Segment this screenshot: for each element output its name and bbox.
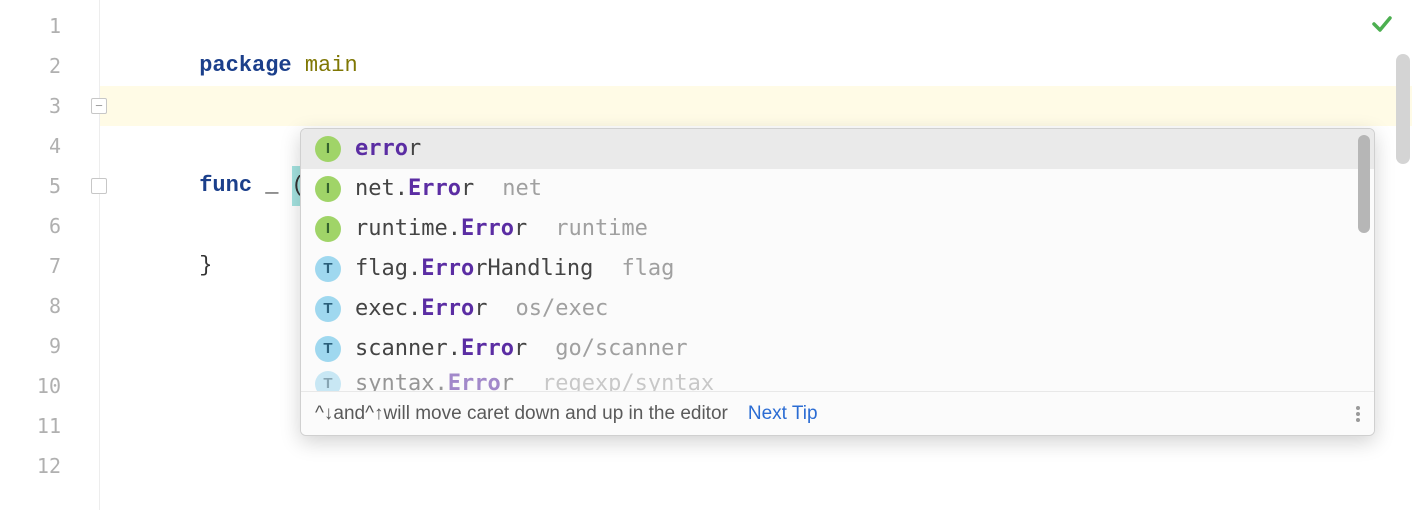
line-number: 8 xyxy=(0,286,99,326)
line-number: 9 xyxy=(0,326,99,366)
completion-tail: flag xyxy=(621,249,674,289)
code-line[interactable]: package main xyxy=(100,6,1412,46)
completion-suffix: r xyxy=(461,176,474,201)
code-line-active[interactable]: func _ (erro) { xyxy=(100,86,1412,126)
completion-match: Erro xyxy=(461,216,514,241)
completion-match: Erro xyxy=(448,371,501,391)
completion-suffix: r xyxy=(474,296,487,321)
completion-match: Erro xyxy=(421,256,474,281)
line-number: 11 xyxy=(0,406,99,446)
completion-match: Erro xyxy=(461,336,514,361)
interface-icon: I xyxy=(315,136,341,162)
interface-icon: I xyxy=(315,216,341,242)
completion-match: Erro xyxy=(421,296,474,321)
editor-scrollbar[interactable] xyxy=(1396,54,1410,164)
line-number: 10 xyxy=(0,366,99,406)
completion-text: exec.Error xyxy=(355,289,487,329)
shortcut-label: ^↓ xyxy=(315,392,333,436)
fold-toggle-icon[interactable] xyxy=(91,178,107,194)
line-number: 4 xyxy=(0,126,99,166)
fold-toggle-icon[interactable] xyxy=(91,98,107,114)
completion-match: erro xyxy=(355,136,408,161)
completion-item[interactable]: T exec.Error os/exec xyxy=(301,289,1374,329)
completion-prefix: exec. xyxy=(355,296,421,321)
line-number: 5 xyxy=(0,166,99,206)
completion-text: net.Error xyxy=(355,169,474,209)
completion-suffix: r xyxy=(501,371,514,391)
status-ok-icon[interactable] xyxy=(1370,12,1394,43)
shortcut-label: ^↑ xyxy=(365,392,383,436)
completion-item[interactable]: I error xyxy=(301,129,1374,169)
completion-prefix: scanner. xyxy=(355,336,461,361)
code-text: } xyxy=(199,253,212,278)
completion-prefix: syntax. xyxy=(355,371,448,391)
completion-suffix: r xyxy=(408,136,421,161)
completion-suffix: r xyxy=(514,336,527,361)
completion-tail: go/scanner xyxy=(555,329,687,369)
next-tip-link[interactable]: Next Tip xyxy=(748,392,818,436)
type-icon: T xyxy=(315,296,341,322)
completion-tail: os/exec xyxy=(515,289,608,329)
completion-hint-bar: ^↓ and ^↑ will move caret down and up in… xyxy=(301,391,1374,435)
type-icon: T xyxy=(315,256,341,282)
type-icon: T xyxy=(315,371,341,391)
completion-match: Erro xyxy=(408,176,461,201)
line-number: 12 xyxy=(0,446,99,486)
line-number: 7 xyxy=(0,246,99,286)
completion-item[interactable]: T scanner.Error go/scanner xyxy=(301,329,1374,369)
completion-text: error xyxy=(355,129,421,169)
completion-item[interactable]: I net.Error net xyxy=(301,169,1374,209)
interface-icon: I xyxy=(315,176,341,202)
completion-list[interactable]: I error I net.Error net I runt xyxy=(301,129,1374,391)
space xyxy=(292,53,305,78)
completion-text: flag.ErrorHandling xyxy=(355,249,593,289)
line-number: 6 xyxy=(0,206,99,246)
more-menu-icon[interactable] xyxy=(1356,406,1360,422)
completion-text: runtime.Error xyxy=(355,209,527,249)
popup-scrollbar[interactable] xyxy=(1358,135,1370,233)
completion-item[interactable]: T flag.ErrorHandling flag xyxy=(301,249,1374,289)
completion-tail: regexp/syntax xyxy=(542,369,714,391)
code-area[interactable]: package main func _ (erro) { } I erro xyxy=(100,0,1412,510)
completion-text: scanner.Error xyxy=(355,329,527,369)
completion-tail: net xyxy=(502,169,542,209)
hint-text: will move caret down and up in the edito… xyxy=(384,392,728,436)
hint-text: and xyxy=(333,392,365,436)
completion-item[interactable]: I runtime.Error runtime xyxy=(301,209,1374,249)
completion-prefix: flag. xyxy=(355,256,421,281)
keyword: package xyxy=(199,53,291,78)
type-icon: T xyxy=(315,336,341,362)
completion-prefix: runtime. xyxy=(355,216,461,241)
code-editor: 1 2 3 4 5 6 7 8 9 10 11 12 package main … xyxy=(0,0,1412,510)
completion-suffix: rHandling xyxy=(474,256,593,281)
completion-popup: I error I net.Error net I runt xyxy=(300,128,1375,436)
completion-prefix: net. xyxy=(355,176,408,201)
package-name: main xyxy=(305,53,358,78)
completion-item[interactable]: T syntax.Error regexp/syntax xyxy=(301,369,1374,391)
completion-suffix: r xyxy=(514,216,527,241)
line-number: 2 xyxy=(0,46,99,86)
line-number-gutter: 1 2 3 4 5 6 7 8 9 10 11 12 xyxy=(0,0,100,510)
line-number: 1 xyxy=(0,6,99,46)
completion-tail: runtime xyxy=(555,209,648,249)
code-line[interactable] xyxy=(100,446,1412,486)
completion-text: syntax.Error xyxy=(355,369,514,391)
line-number: 3 xyxy=(0,86,99,126)
